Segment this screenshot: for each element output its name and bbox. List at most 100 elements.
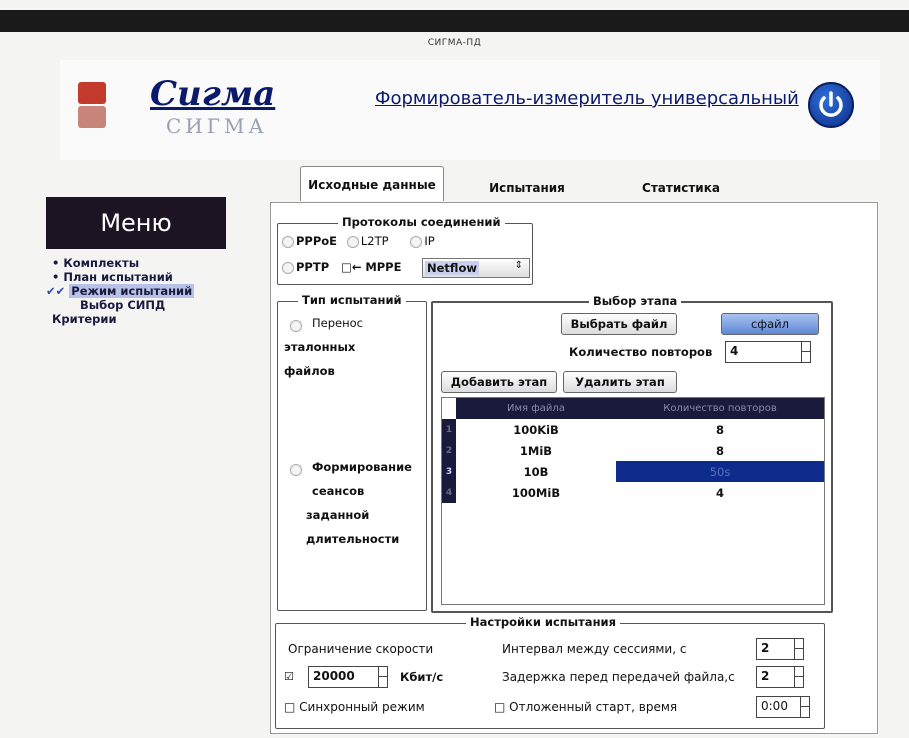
brand-subtitle: СИГМА	[166, 114, 268, 138]
stepper-arrows-icon[interactable]	[801, 342, 810, 362]
stepper-arrows-icon[interactable]	[794, 667, 803, 687]
pppoe-label: PPPoE	[296, 234, 338, 248]
repeat-count-label: Количество повторов	[569, 345, 713, 359]
table-row[interactable]: 2 1MiB 8	[442, 440, 824, 461]
sidebar-item-criteria[interactable]: Критерии	[46, 312, 246, 326]
file-delay-stepper[interactable]: 2	[756, 666, 804, 688]
brand-name: Cигма	[150, 74, 276, 114]
logo-bottom-block	[78, 106, 106, 128]
table-row[interactable]: 3 10B 50s	[442, 461, 824, 482]
file-delay-label: Задержка перед передачей файла,с	[502, 670, 735, 684]
stage-table: Имя файла Количество повторов 1 100KiB 8…	[441, 397, 825, 605]
window-titlebar	[0, 10, 909, 32]
stepper-arrows-icon[interactable]	[794, 639, 803, 659]
cell-count: 8	[715, 422, 724, 437]
sync-mode-checkbox[interactable]: □ Синхронный режим	[284, 700, 425, 714]
cell-filename: 100MiB	[511, 485, 561, 500]
test-type-group: Тип испытаний Перенос эталонных файлов Ф…	[277, 293, 427, 611]
table-row[interactable]: 4 100MiB 4	[442, 482, 824, 503]
remove-stage-button[interactable]: Удалить этап	[563, 371, 677, 393]
speed-unit-label: Кбит/с	[400, 670, 444, 684]
row-number: 2	[442, 440, 456, 461]
cell-filename: 1MiB	[519, 443, 553, 458]
row-number: 3	[442, 461, 456, 482]
window-title: СИГМА-ПД	[427, 38, 482, 48]
power-icon	[819, 91, 843, 117]
speed-limit-label: Ограничение скорости	[288, 642, 434, 656]
test-type-legend: Тип испытаний	[298, 293, 406, 307]
sidebar-item-test-plan[interactable]: • План испытаний	[46, 270, 246, 284]
sidebar-item-sipd[interactable]: Выбор СИПД	[46, 298, 246, 312]
chevron-down-icon: ⇕	[514, 260, 523, 271]
power-button[interactable]	[808, 82, 854, 128]
radio-form-sessions[interactable]	[290, 464, 302, 476]
transfer-label-3: файлов	[284, 364, 335, 378]
file-delay-value: 2	[761, 669, 770, 683]
transfer-label-2: эталонных	[284, 340, 356, 354]
speed-value-stepper[interactable]: 20000	[308, 666, 388, 688]
cell-filename: 100KiB	[513, 422, 559, 437]
row-number: 4	[442, 482, 456, 503]
logo-top-block	[78, 82, 106, 104]
ip-label: IP	[424, 234, 435, 248]
tab-tests[interactable]: Испытания	[472, 174, 582, 202]
stage-group: Выбор этапа Выбрать файл сфайл Количеств…	[431, 294, 833, 613]
repeat-count-stepper[interactable]: 4	[725, 341, 811, 363]
column-header-filename[interactable]: Имя файла	[456, 398, 616, 419]
cell-count: 4	[715, 485, 724, 500]
choose-file-button[interactable]: Выбрать файл	[561, 313, 677, 335]
stage-table-grid: Имя файла Количество повторов 1 100KiB 8…	[442, 398, 824, 503]
sessions-label-1: Формирование	[312, 460, 412, 474]
radio-transfer-files[interactable]	[290, 320, 302, 332]
app-headline: Формирователь-измеритель универсальный	[375, 88, 799, 109]
check-icon: ✔✔	[46, 284, 66, 298]
session-interval-value: 2	[761, 641, 770, 655]
radio-pppoe[interactable]	[282, 235, 294, 248]
transfer-label-1: Перенос	[312, 316, 363, 330]
stepper-arrows-icon[interactable]	[378, 667, 387, 687]
source-select[interactable]: сфайл	[721, 313, 819, 335]
l2tp-label: L2TP	[360, 234, 389, 248]
radio-pptp[interactable]	[282, 261, 294, 274]
sidebar-item-test-mode[interactable]: ✔✔ Режим испытаний	[46, 284, 246, 298]
cell-count-selected[interactable]: 50s	[616, 461, 824, 482]
table-row[interactable]: 1 100KiB 8	[442, 419, 824, 440]
sidebar-item-label: Режим испытаний	[69, 284, 195, 298]
cell-filename: 10B	[523, 464, 549, 479]
settings-legend: Настройки испытания	[466, 615, 620, 629]
sessions-label-2: сеансов	[312, 484, 365, 498]
mppe-checkbox[interactable]: □←	[341, 260, 362, 274]
repeat-count-value: 4	[730, 344, 739, 358]
stepper-arrows-icon[interactable]	[800, 697, 809, 717]
tab-bar: Исходные данные Испытания Статистика	[296, 166, 876, 202]
delayed-start-value: 0:00	[761, 699, 788, 713]
main-panel: Протоколы соединений PPPoE L2TP IP PPTP …	[270, 202, 878, 734]
tab-source-data[interactable]: Исходные данные	[300, 166, 444, 201]
radio-l2tp[interactable]	[346, 235, 359, 248]
add-stage-button[interactable]: Добавить этап	[441, 371, 557, 393]
speed-value: 20000	[313, 669, 355, 683]
mppe-label: MPPE	[365, 260, 402, 274]
sidebar-menu: • Комплекты • План испытаний ✔✔ Режим ис…	[46, 256, 246, 326]
delayed-start-time[interactable]: 0:00	[756, 696, 810, 718]
protocols-legend: Протоколы соединений	[338, 215, 505, 229]
session-interval-stepper[interactable]: 2	[756, 638, 804, 660]
menu-title: Меню	[46, 197, 226, 249]
tab-statistics[interactable]: Статистика	[616, 174, 746, 202]
sessions-label-3: заданной	[306, 508, 370, 522]
radio-ip[interactable]	[410, 235, 423, 248]
flow-select[interactable]: Netflow ⇕	[422, 258, 530, 278]
sessions-label-4: длительности	[306, 532, 400, 546]
session-interval-label: Интервал между сессиями, с	[502, 642, 687, 656]
table-header-row: Имя файла Количество повторов	[442, 398, 824, 419]
stage-legend: Выбор этапа	[589, 294, 682, 308]
delayed-start-checkbox[interactable]: □ Отложенный старт, время	[494, 700, 677, 714]
flow-select-value: Netflow	[425, 261, 479, 275]
test-settings-group: Настройки испытания Ограничение скорости…	[275, 615, 825, 729]
pptp-label: PPTP	[296, 260, 330, 274]
cell-count: 8	[715, 443, 724, 458]
sidebar-item-kits[interactable]: • Комплекты	[46, 256, 246, 270]
column-header-count[interactable]: Количество повторов	[616, 398, 824, 419]
protocols-group: Протоколы соединений PPPoE L2TP IP PPTP …	[277, 215, 533, 285]
speed-limit-checkbox[interactable]: ☑	[284, 670, 294, 683]
